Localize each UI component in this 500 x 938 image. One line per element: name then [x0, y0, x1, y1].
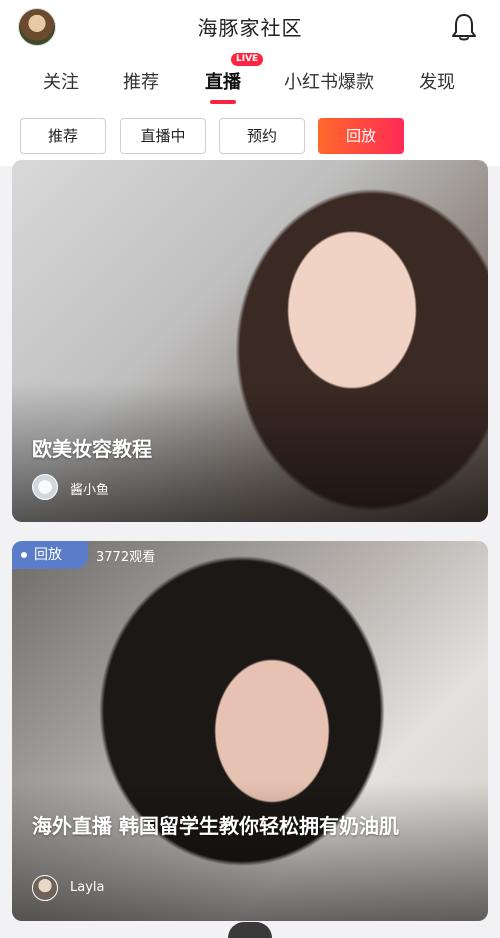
card-gradient-overlay	[12, 781, 488, 921]
main-tabs: 关注 推荐 直播 小红书爆款 发现	[0, 62, 500, 102]
filter-recommend-button[interactable]: 推荐	[20, 118, 106, 154]
author-avatar[interactable]	[32, 875, 58, 901]
live-badge: LIVE	[231, 53, 264, 66]
tab-discover[interactable]: 发现	[419, 68, 455, 94]
replay-dot-icon	[21, 552, 27, 558]
filter-reserve-button[interactable]: 预约	[219, 118, 305, 154]
tab-live[interactable]: 直播	[205, 68, 241, 94]
filter-bar: 推荐 直播中 预约 回放	[0, 106, 500, 166]
floating-action-button[interactable]	[228, 922, 272, 938]
live-card[interactable]: 欧美妆容教程 酱小鱼	[12, 160, 488, 522]
replay-badge-label: 回放	[34, 547, 62, 563]
page-title: 海豚家社区	[197, 16, 303, 40]
tab-recommend[interactable]: 推荐	[123, 68, 159, 94]
tab-xiaohongshu-hits[interactable]: 小红书爆款	[284, 68, 374, 94]
replay-badge: 回放	[12, 541, 88, 569]
filter-live-now-button[interactable]: 直播中	[120, 118, 206, 154]
bell-icon[interactable]	[450, 12, 478, 42]
view-count: 3772观看	[96, 550, 156, 565]
top-navigation-bar: 海豚家社区 关注 推荐 直播 小红书爆款 发现 LIVE	[0, 0, 500, 106]
card-title: 欧美妆容教程	[32, 437, 152, 461]
author-name[interactable]: 酱小鱼	[70, 479, 109, 498]
author-name[interactable]: Layla	[70, 880, 104, 895]
filter-replay-button[interactable]: 回放	[318, 118, 404, 154]
live-card[interactable]: 回放 3772观看 海外直播 韩国留学生教你轻松拥有奶油肌 Layla	[12, 541, 488, 921]
card-title: 海外直播 韩国留学生教你轻松拥有奶油肌	[32, 814, 399, 838]
active-tab-indicator	[210, 100, 236, 104]
author-avatar[interactable]	[32, 474, 58, 500]
tab-follow[interactable]: 关注	[43, 68, 79, 94]
